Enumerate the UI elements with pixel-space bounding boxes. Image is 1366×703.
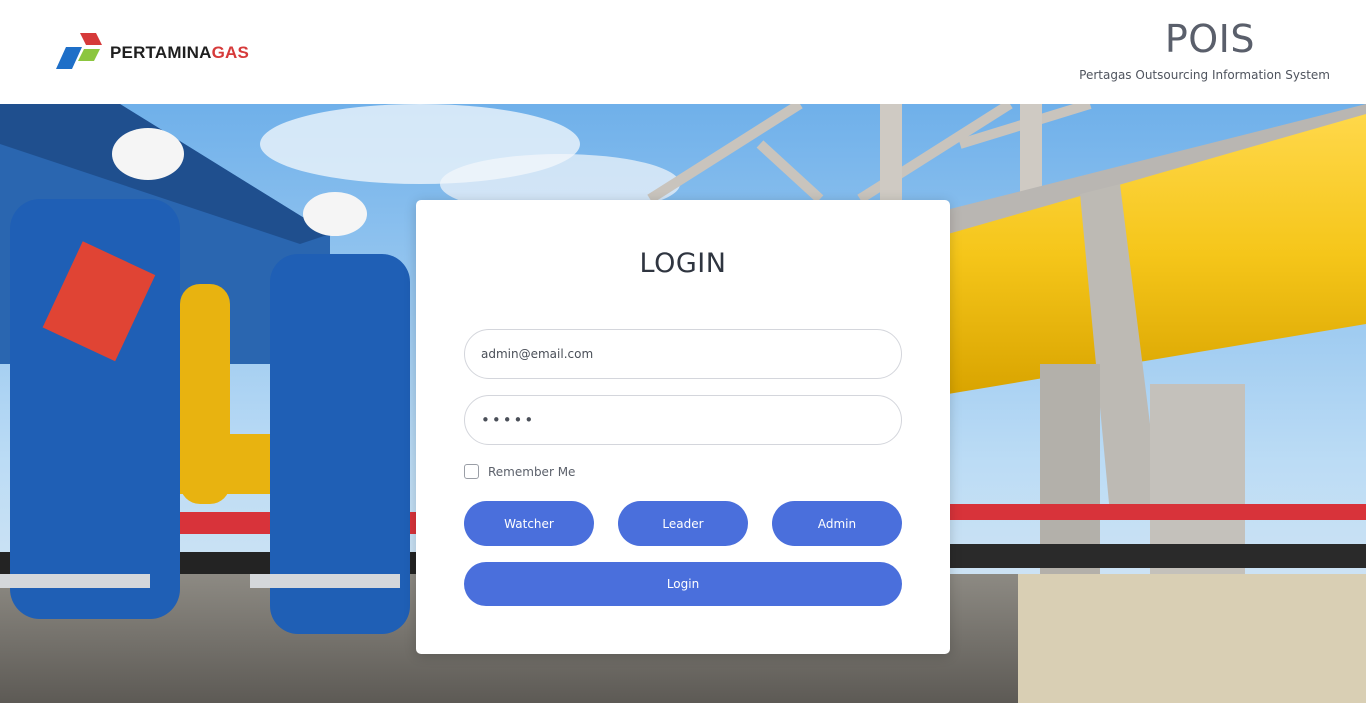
app-title: POIS bbox=[1164, 17, 1255, 61]
app-brand: POIS Pertagas Outsourcing Information Sy… bbox=[1079, 16, 1330, 82]
app-subtitle: Pertagas Outsourcing Information System bbox=[1079, 68, 1330, 82]
logo-text-accent: GAS bbox=[211, 43, 250, 62]
password-field[interactable] bbox=[464, 395, 902, 445]
login-title: LOGIN bbox=[639, 248, 727, 279]
pertamina-gas-logo[interactable]: PERTAMINAGAS bbox=[52, 31, 249, 71]
watcher-button[interactable]: Watcher bbox=[464, 501, 594, 546]
top-header: PERTAMINAGAS POIS Pertagas Outsourcing I… bbox=[0, 0, 1366, 104]
remember-me-label: Remember Me bbox=[488, 464, 576, 479]
remember-me-row[interactable]: Remember Me bbox=[464, 464, 575, 479]
email-field[interactable] bbox=[464, 329, 902, 379]
pertamina-logo-icon bbox=[56, 33, 102, 69]
admin-button[interactable]: Admin bbox=[772, 501, 902, 546]
login-button[interactable]: Login bbox=[464, 562, 902, 606]
logo-wordmark: PERTAMINAGAS bbox=[110, 43, 249, 63]
leader-button[interactable]: Leader bbox=[618, 501, 748, 546]
login-card: LOGIN Remember Me Watcher Leader Admin L… bbox=[416, 200, 950, 654]
logo-text-primary: PERTAMINA bbox=[110, 43, 212, 62]
remember-me-checkbox[interactable] bbox=[464, 464, 479, 479]
